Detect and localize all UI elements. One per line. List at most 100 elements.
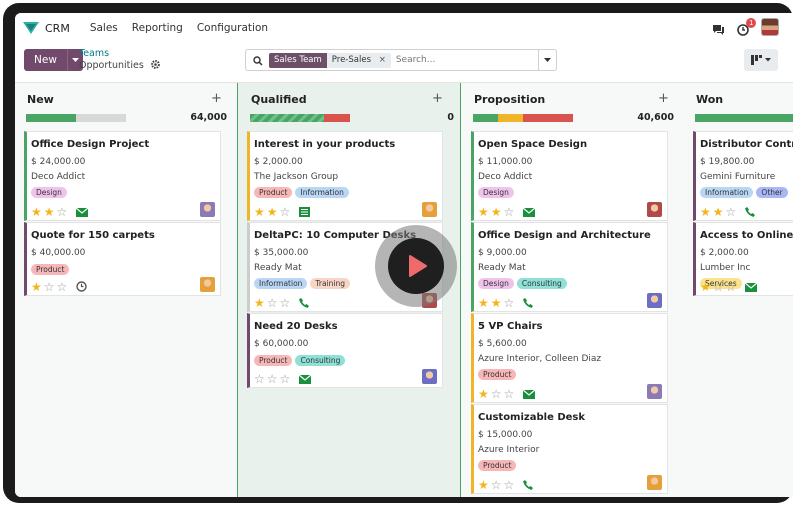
star-icon[interactable]: ☆ [280, 206, 291, 218]
progress-segment[interactable] [26, 114, 76, 122]
user-avatar[interactable] [761, 18, 779, 36]
chat-icon[interactable] [712, 21, 725, 35]
star-icon[interactable]: ★ [44, 206, 55, 218]
search-bar: Sales Team Pre-Sales × [245, 49, 557, 71]
email-icon[interactable] [298, 369, 312, 388]
progress-segment[interactable] [324, 114, 350, 122]
close-icon[interactable]: × [379, 55, 386, 65]
star-icon[interactable]: ☆ [504, 297, 515, 309]
star-icon[interactable]: ☆ [504, 206, 515, 218]
star-icon[interactable]: ☆ [44, 281, 55, 293]
email-icon[interactable] [744, 277, 758, 296]
opportunity-card[interactable]: Customizable Desk $ 15,000.00 Azure Interi… [471, 404, 668, 494]
opportunity-card[interactable]: Distributor Contract $ 19,800.00 Gemini Fu… [693, 131, 793, 221]
card-title: 5 VP Chairs [478, 321, 543, 332]
opportunity-card[interactable]: 5 VP Chairs $ 5,600.00 Azure Interior, Col… [471, 313, 668, 403]
email-icon[interactable] [522, 202, 536, 221]
star-icon[interactable]: ☆ [267, 297, 278, 309]
star-icon[interactable]: ☆ [57, 206, 68, 218]
star-icon[interactable]: ★ [254, 297, 265, 309]
star-icon[interactable]: ★ [267, 206, 278, 218]
star-icon[interactable]: ★ [491, 206, 502, 218]
star-icon[interactable]: ★ [491, 297, 502, 309]
crm-app-logo[interactable]: CRM [23, 22, 70, 35]
gear-icon[interactable] [150, 60, 160, 73]
menu-sales[interactable]: Sales [90, 22, 118, 34]
star-icon[interactable]: ☆ [726, 281, 737, 293]
star-icon[interactable]: ☆ [713, 281, 724, 293]
salesperson-avatar[interactable] [647, 475, 662, 490]
salesperson-avatar[interactable] [647, 202, 662, 217]
column-progress-bar[interactable] [26, 114, 126, 122]
add-card-icon[interactable]: + [658, 91, 669, 106]
add-card-icon[interactable]: + [432, 91, 443, 106]
progress-segment[interactable] [498, 114, 523, 122]
salesperson-avatar[interactable] [647, 384, 662, 399]
star-icon[interactable]: ★ [254, 206, 265, 218]
column-total: 64,000 [190, 112, 227, 123]
search-options-toggle[interactable] [538, 50, 556, 70]
caret-down-icon [544, 57, 551, 62]
star-icon[interactable]: ★ [31, 281, 42, 293]
menu-reporting[interactable]: Reporting [132, 22, 183, 34]
new-button[interactable]: New [24, 49, 67, 71]
priority-stars: ★ ★ ☆ [478, 202, 536, 221]
app-name: CRM [45, 21, 70, 35]
star-icon[interactable]: ★ [478, 479, 489, 491]
activity-clock-icon[interactable]: 1 [737, 18, 757, 36]
salesperson-avatar[interactable] [647, 293, 662, 308]
column-progress-bar[interactable] [250, 114, 350, 122]
phone-icon[interactable] [523, 475, 534, 494]
email-icon[interactable] [522, 384, 536, 403]
opportunity-card[interactable]: Office Design Project $ 24,000.00 Deco Add… [24, 131, 221, 221]
star-icon[interactable]: ★ [478, 206, 489, 218]
clock-icon[interactable] [76, 277, 87, 296]
star-icon[interactable]: ★ [478, 297, 489, 309]
progress-segment[interactable] [695, 114, 793, 122]
star-icon[interactable]: ☆ [280, 297, 291, 309]
search-facet[interactable]: Sales Team Pre-Sales × [269, 52, 391, 68]
progress-segment[interactable] [523, 114, 573, 122]
video-play-button[interactable] [375, 225, 457, 307]
column-progress-bar[interactable] [473, 114, 573, 122]
menu-configuration[interactable]: Configuration [197, 22, 268, 34]
star-icon[interactable]: ★ [31, 206, 42, 218]
salesperson-avatar[interactable] [200, 202, 215, 217]
opportunity-card[interactable]: Open Space Design $ 11,000.00 Deco Addict D… [471, 131, 668, 221]
view-switcher-button[interactable] [744, 49, 778, 71]
star-icon[interactable]: ☆ [267, 373, 278, 385]
add-card-icon[interactable]: + [211, 91, 222, 106]
progress-segment[interactable] [250, 114, 324, 122]
salesperson-avatar[interactable] [200, 277, 215, 292]
star-icon[interactable]: ★ [478, 388, 489, 400]
search-input[interactable] [395, 55, 536, 65]
breadcrumb-parent[interactable]: Teams [79, 48, 160, 60]
opportunity-card[interactable]: Quote for 150 carpets $ 40,000.00 Product ★… [24, 222, 221, 296]
star-icon[interactable]: ☆ [280, 373, 291, 385]
star-icon[interactable]: ☆ [254, 373, 265, 385]
opportunity-card[interactable]: Need 20 Desks $ 60,000.00 Product Consultin… [247, 313, 443, 388]
list-icon[interactable] [299, 202, 311, 221]
salesperson-avatar[interactable] [422, 369, 437, 384]
star-icon[interactable]: ☆ [504, 479, 515, 491]
star-icon[interactable]: ★ [713, 206, 724, 218]
star-icon[interactable]: ☆ [57, 281, 68, 293]
star-icon[interactable]: ☆ [504, 388, 515, 400]
star-icon[interactable]: ☆ [491, 479, 502, 491]
opportunity-card[interactable]: Access to Online Catalog $ 2,000.00 Lumber… [693, 222, 793, 296]
star-icon[interactable]: ★ [700, 281, 711, 293]
progress-segment[interactable] [76, 114, 126, 122]
salesperson-avatar[interactable] [422, 202, 437, 217]
phone-icon[interactable] [299, 293, 310, 312]
star-icon[interactable]: ★ [700, 206, 711, 218]
phone-icon[interactable] [523, 293, 534, 312]
star-icon[interactable]: ☆ [491, 388, 502, 400]
opportunity-card[interactable]: Interest in your products $ 2,000.00 The J… [247, 131, 443, 221]
email-icon[interactable] [75, 202, 89, 221]
star-icon[interactable]: ☆ [726, 206, 737, 218]
page-frame: CRM Sales Reporting Configuration 1 New [0, 0, 806, 506]
column-progress-bar[interactable] [695, 114, 793, 122]
opportunity-card[interactable]: Office Design and Architecture $ 9,000.00… [471, 222, 668, 312]
progress-segment[interactable] [473, 114, 498, 122]
phone-icon[interactable] [745, 202, 756, 221]
